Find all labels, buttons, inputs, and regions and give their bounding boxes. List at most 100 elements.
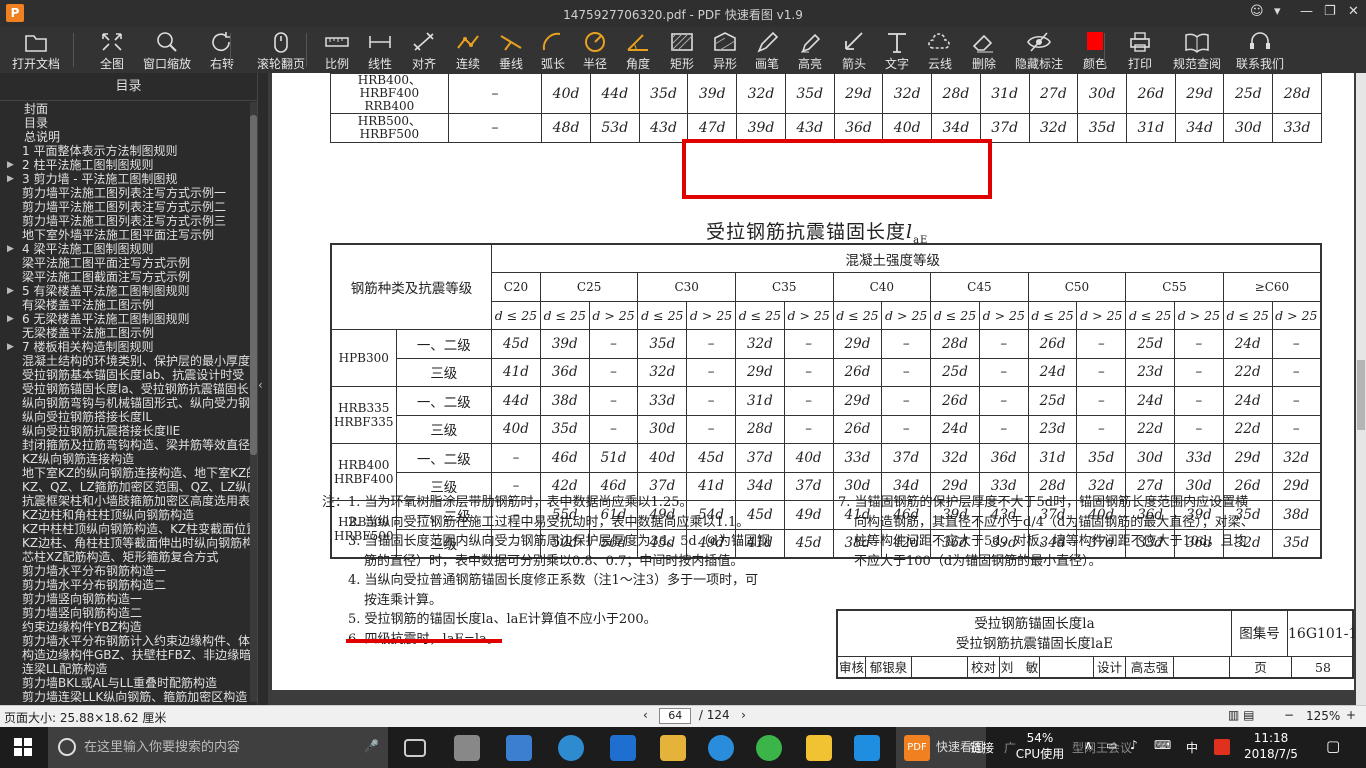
- toolbar-brush-button[interactable]: 画笔: [746, 27, 788, 73]
- toc-item[interactable]: 混凝土结构的环境类别、保护层的最小厚度: [0, 354, 250, 368]
- toolbar-delete-button[interactable]: 删除: [962, 27, 1006, 73]
- expand-arrow-icon[interactable]: ▶: [7, 284, 14, 298]
- expand-arrow-icon[interactable]: ▶: [7, 158, 14, 172]
- toc-item[interactable]: 剪力墙竖向钢筋构造二: [0, 606, 250, 620]
- keyboard-icon[interactable]: ⌨: [1154, 738, 1171, 752]
- taskbar-link-label[interactable]: 链接: [970, 739, 994, 756]
- toc-item[interactable]: 封面: [0, 102, 250, 116]
- toc-item[interactable]: 剪力墙水平分布钢筋构造二: [0, 578, 250, 592]
- notifications-icon[interactable]: ▢: [1326, 737, 1340, 755]
- next-page-icon[interactable]: ›: [741, 708, 746, 722]
- clock[interactable]: 11:18 2018/7/5: [1240, 730, 1302, 762]
- notes-app-icon[interactable]: [806, 735, 832, 761]
- toc-item[interactable]: 剪力墙平法施工图列表注写方式示例三: [0, 214, 250, 228]
- close-button[interactable]: ✕: [1348, 4, 1359, 19]
- toc-item[interactable]: 连梁LL配筋构造: [0, 662, 250, 676]
- minimize-button[interactable]: —: [1300, 4, 1313, 19]
- toolbar-angle-button[interactable]: 角度: [616, 27, 660, 73]
- toolbar-scale-button[interactable]: 比例: [316, 27, 358, 73]
- expand-arrow-icon[interactable]: ▶: [7, 340, 14, 354]
- toc-item[interactable]: 芯柱XZ配筋构造、矩形箍筋复合方式: [0, 550, 250, 564]
- toc-item[interactable]: 受拉钢筋基本锚固长度lab、抗震设计时受: [0, 368, 250, 382]
- taskbar-app-icon[interactable]: [454, 735, 480, 761]
- toc-item[interactable]: 梁平法施工图平面注写方式示例: [0, 256, 250, 270]
- toc-item[interactable]: 剪力墙平法施工图列表注写方式示例二: [0, 200, 250, 214]
- toolbar-fit-page-button[interactable]: 全图: [88, 27, 136, 73]
- toc-item[interactable]: 目录: [0, 116, 250, 130]
- toolbar-continuous-button[interactable]: 连续: [446, 27, 490, 73]
- toolbar-radius-button[interactable]: 半径: [574, 27, 616, 73]
- toc-item[interactable]: 受拉钢筋锚固长度la、受拉钢筋抗震锚固长: [0, 382, 250, 396]
- toc-scrollbar-thumb[interactable]: [250, 115, 257, 455]
- toolbar-hide-marks-button[interactable]: 隐藏标注: [1006, 27, 1072, 73]
- toolbar-open-file-button[interactable]: 打开文档: [6, 27, 66, 73]
- toc-item[interactable]: 剪力墙平法施工图列表注写方式示例一: [0, 186, 250, 200]
- network-icon[interactable]: ▭: [1106, 738, 1117, 752]
- toc-item[interactable]: 剪力墙BKL或AL与LL重叠时配筋构造: [0, 676, 250, 690]
- toolbar-rotate-button[interactable]: 右转: [198, 27, 246, 73]
- browser-icon[interactable]: [558, 735, 584, 761]
- toc-item[interactable]: KZ纵向钢筋连接构造: [0, 452, 250, 466]
- toolbar-cloud-line-button[interactable]: 云线: [918, 27, 962, 73]
- expand-arrow-icon[interactable]: ▶: [7, 242, 14, 256]
- toc-item[interactable]: 地下室外墙平法施工图平面注写示例: [0, 228, 250, 242]
- zoom-in-icon[interactable]: +: [1346, 708, 1356, 722]
- toolbar-perpendicular-button[interactable]: 垂线: [490, 27, 532, 73]
- toolbar-spec-lookup-button[interactable]: 规范查阅: [1162, 27, 1232, 73]
- page-number-input[interactable]: 64: [659, 708, 692, 724]
- toolbar-contact-button[interactable]: 联系我们: [1232, 27, 1288, 73]
- toolbar-window-zoom-button[interactable]: 窗口缩放: [136, 27, 198, 73]
- document-scrollbar-thumb[interactable]: [1357, 360, 1365, 430]
- zoom-out-icon[interactable]: −: [1284, 708, 1294, 722]
- toolbar-color-button[interactable]: 颜色: [1072, 27, 1118, 73]
- toolbar-linear-button[interactable]: 线性: [358, 27, 402, 73]
- windows-start-icon[interactable]: [14, 738, 32, 756]
- restore-button[interactable]: ❐: [1324, 4, 1336, 19]
- toc-item[interactable]: 剪力墙连梁LLK纵向钢筋、箍筋加密区构造: [0, 690, 250, 702]
- toc-item[interactable]: 有梁楼盖平法施工图示例: [0, 298, 250, 312]
- menu-dropdown-icon[interactable]: ▾: [1274, 4, 1281, 19]
- sogou-ime-icon[interactable]: [1214, 739, 1230, 755]
- task-view-icon[interactable]: [404, 739, 426, 757]
- red-annotation-box[interactable]: [682, 139, 992, 199]
- toc-item[interactable]: 构造边缘构件GBZ、扶壁柱FBZ、非边缘暗柱: [0, 648, 250, 662]
- toc-item[interactable]: 纵向受拉钢筋搭接长度lL: [0, 410, 250, 424]
- app-e-icon[interactable]: [756, 735, 782, 761]
- collapse-sidebar-icon[interactable]: ‹: [258, 378, 268, 402]
- toolbar-aligned-button[interactable]: 对齐: [402, 27, 446, 73]
- toolbar-irregular-button[interactable]: 异形: [704, 27, 746, 73]
- toolbar-arc-length-button[interactable]: 弧长: [532, 27, 574, 73]
- toc-item[interactable]: 剪力墙竖向钢筋构造一: [0, 592, 250, 606]
- app-plus-icon[interactable]: [854, 735, 880, 761]
- file-explorer-icon[interactable]: [660, 735, 686, 761]
- toc-item[interactable]: KZ中柱柱顶纵向钢筋构造、KZ柱变截面位置: [0, 522, 250, 536]
- ime-language[interactable]: 中: [1186, 739, 1198, 756]
- toolbar-arrow-button[interactable]: 箭头: [832, 27, 876, 73]
- toc-item[interactable]: 剪力墙水平分布钢筋构造一: [0, 564, 250, 578]
- toc-item[interactable]: 地下室KZ的纵向钢筋连接构造、地下室KZ的: [0, 466, 250, 480]
- volume-icon[interactable]: ♪: [1130, 738, 1138, 752]
- toc-item[interactable]: 无梁楼盖平法施工图示例: [0, 326, 250, 340]
- toc-item[interactable]: ▶ 2 柱平法施工图制图规则: [0, 158, 250, 172]
- user-icon[interactable]: ☺: [1250, 4, 1264, 19]
- toc-item[interactable]: KZ、QZ、LZ箍筋加密区范围、QZ、LZ纵向钢: [0, 480, 250, 494]
- toolbar-highlight-button[interactable]: 高亮: [788, 27, 832, 73]
- toc-item[interactable]: 封闭箍筋及拉筋弯钩构造、梁并筋等效直径: [0, 438, 250, 452]
- prev-page-icon[interactable]: ‹: [643, 708, 648, 722]
- edge-browser-icon[interactable]: [506, 735, 532, 761]
- toc-item[interactable]: 约束边缘构件YBZ构造: [0, 620, 250, 634]
- view-mode-icon[interactable]: ▥ ▤: [1228, 708, 1255, 722]
- toolbar-rectangle-button[interactable]: 矩形: [660, 27, 704, 73]
- toolbar-print-button[interactable]: 打印: [1118, 27, 1162, 73]
- tray-chevron-icon[interactable]: ∧: [1084, 738, 1093, 752]
- toc-item[interactable]: 总说明: [0, 130, 250, 144]
- microphone-icon[interactable]: 🎤: [364, 739, 379, 753]
- expand-arrow-icon[interactable]: ▶: [7, 172, 14, 186]
- toc-item[interactable]: ▶ 3 剪力墙 - 平法施工图制图规: [0, 172, 250, 186]
- expand-arrow-icon[interactable]: ▶: [7, 312, 14, 326]
- toc-item[interactable]: 剪力墙水平分布钢筋计入约束边缘构件、体: [0, 634, 250, 648]
- ie-browser-icon[interactable]: [610, 735, 636, 761]
- toc-item[interactable]: 纵向钢筋弯钩与机械锚固形式、纵向受力钢: [0, 396, 250, 410]
- toc-item[interactable]: 1 平面整体表示方法制图规则: [0, 144, 250, 158]
- red-annotation-underline[interactable]: [346, 639, 502, 643]
